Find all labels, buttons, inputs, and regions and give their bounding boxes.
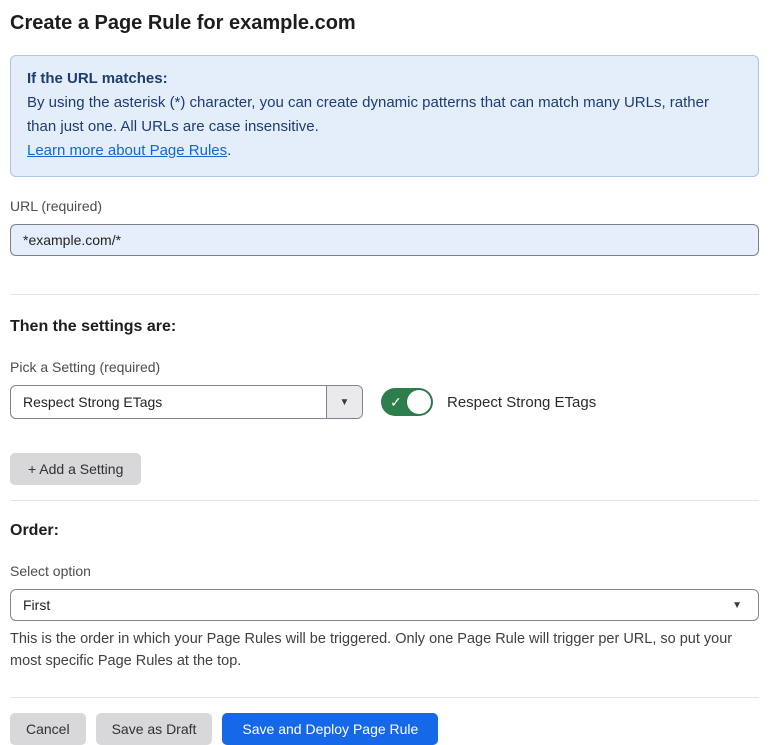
url-input[interactable] <box>10 224 759 256</box>
setting-dropdown[interactable]: Respect Strong ETags ▼ <box>10 385 363 419</box>
section-divider <box>10 500 759 501</box>
setting-toggle-group: ✓ Respect Strong ETags <box>381 388 596 416</box>
chevron-down-icon: ▼ <box>732 600 742 611</box>
toggle-knob <box>407 390 431 414</box>
add-setting-button[interactable]: + Add a Setting <box>10 453 141 485</box>
section-divider <box>10 294 759 295</box>
footer-divider <box>10 697 759 698</box>
create-page-rule-form: Create a Page Rule for example.com If th… <box>0 9 769 745</box>
order-select-value: First <box>23 597 732 613</box>
order-select[interactable]: First ▼ <box>10 589 759 621</box>
url-match-info-box: If the URL matches: By using the asteris… <box>10 55 759 177</box>
setting-row: Respect Strong ETags ▼ ✓ Respect Strong … <box>10 385 759 419</box>
respect-strong-etags-toggle[interactable]: ✓ <box>381 388 433 416</box>
info-box-body: By using the asterisk (*) character, you… <box>27 91 742 139</box>
check-icon: ✓ <box>390 395 402 409</box>
url-field-label: URL (required) <box>10 196 759 216</box>
settings-section-heading: Then the settings are: <box>10 316 759 338</box>
setting-dropdown-value: Respect Strong ETags <box>11 386 326 418</box>
chevron-down-icon: ▼ <box>340 397 350 408</box>
info-box-heading: If the URL matches: <box>27 67 742 91</box>
learn-more-link[interactable]: Learn more about Page Rules <box>27 142 227 159</box>
order-section-heading: Order: <box>10 520 759 542</box>
order-help-text: This is the order in which your Page Rul… <box>10 628 759 672</box>
pick-setting-label: Pick a Setting (required) <box>10 357 759 377</box>
order-select-label: Select option <box>10 561 759 581</box>
setting-dropdown-arrow-button[interactable]: ▼ <box>326 386 362 418</box>
toggle-label: Respect Strong ETags <box>447 394 596 411</box>
info-box-link-line: Learn more about Page Rules. <box>27 139 742 163</box>
link-suffix: . <box>227 142 231 159</box>
page-title: Create a Page Rule for example.com <box>10 9 759 37</box>
